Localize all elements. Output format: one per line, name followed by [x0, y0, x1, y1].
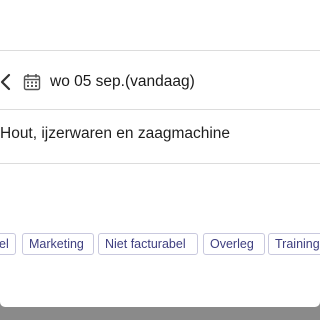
- tags-row: el Marketing Niet facturabel Overleg Tra…: [0, 233, 320, 255]
- tag-chip[interactable]: Training: [268, 233, 320, 255]
- tag-chip[interactable]: Overleg: [203, 233, 265, 255]
- chevron-left-icon[interactable]: [0, 70, 16, 94]
- description-text: Hout, ijzerwaren en zaagmachine: [0, 125, 231, 142]
- entry-card: wo 05 sep.(vandaag) Hout, ijzerwaren en …: [0, 0, 320, 307]
- tag-chip[interactable]: Niet facturabel: [98, 233, 198, 255]
- calendar-icon[interactable]: [23, 73, 41, 91]
- date-row: wo 05 sep.(vandaag): [0, 66, 320, 98]
- date-label[interactable]: wo 05 sep.(vandaag): [50, 73, 195, 91]
- tag-chip[interactable]: Marketing: [22, 233, 94, 255]
- tag-chip[interactable]: el: [0, 233, 16, 255]
- divider: [0, 50, 320, 51]
- description-field[interactable]: Hout, ijzerwaren en zaagmachine: [0, 117, 320, 151]
- divider: [0, 109, 320, 110]
- divider: [0, 163, 320, 164]
